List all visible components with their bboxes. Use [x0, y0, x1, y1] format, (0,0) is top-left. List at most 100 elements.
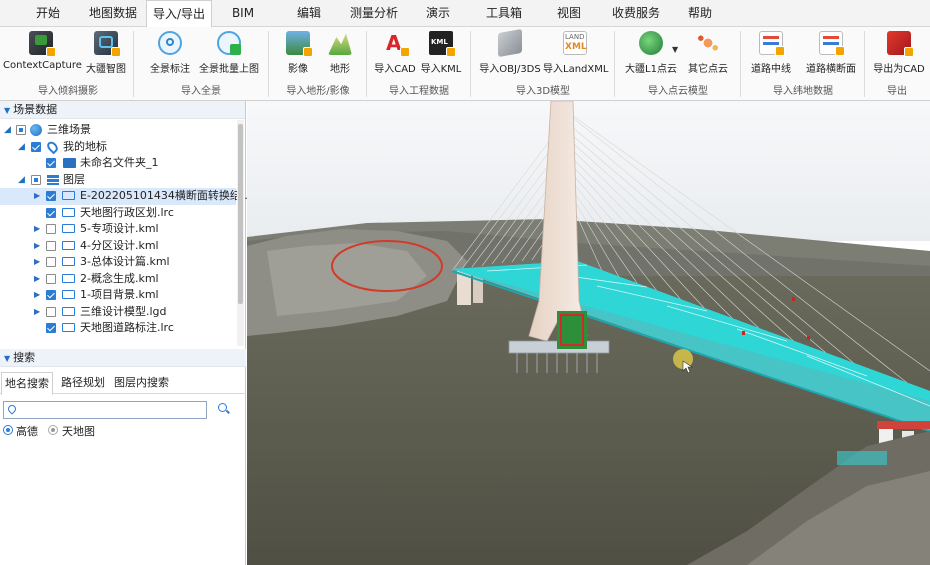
provider-radio-group: 高德 天地图	[2, 422, 242, 438]
expand-icon[interactable]: ▶	[34, 271, 40, 287]
contextcapture-button[interactable]: ContextCapture	[3, 29, 82, 79]
other-pointcloud-button[interactable]: 其它点云	[684, 29, 732, 79]
group-label-engineering: 导入工程数据	[389, 86, 449, 97]
expand-icon[interactable]: ◢	[18, 172, 25, 188]
tree-item-layer[interactable]: ▶ 1-项目背景.kml	[0, 287, 236, 304]
scene-data-panel: ▼ 场景数据 ◢ 三维场景 ◢ 我的地标 未命名文件夹_1 ◢ 图层 ▶ E-2…	[0, 101, 251, 565]
expand-icon[interactable]: ▶	[34, 287, 40, 303]
tree-item-layer[interactable]: ▶ 2-概念生成.kml	[0, 271, 236, 288]
search-input[interactable]	[3, 401, 207, 419]
import-obj-button[interactable]: 导入OBJ/3DS	[478, 28, 542, 79]
radio-gaode[interactable]	[3, 425, 13, 435]
group-label-weidi: 导入纬地数据	[773, 86, 833, 97]
search-header[interactable]: ▼ 搜索	[0, 349, 246, 367]
collapse-icon: ▼	[4, 106, 11, 115]
tree-checkbox[interactable]	[46, 158, 56, 168]
tree-checkbox[interactable]	[46, 257, 56, 267]
import-landxml-button[interactable]: LAND XML 导入LandXML	[543, 29, 608, 79]
tree-item-my-landmarks[interactable]: ◢ 我的地标	[0, 139, 236, 156]
import-kml-button[interactable]: KML 导入KML	[419, 29, 463, 79]
expand-icon[interactable]: ▶	[34, 254, 40, 270]
tree-checkbox[interactable]	[46, 290, 56, 300]
tree-item-layer[interactable]: ▶ E-20220510143​4横断面转换结...	[0, 188, 251, 205]
tree-item-layer[interactable]: ▶ 4-分区设计.kml	[0, 238, 236, 255]
tree-scrollbar[interactable]	[237, 120, 244, 346]
group-label-pointcloud: 导入点云模型	[648, 86, 708, 97]
search-tabs: 地名搜索 路径规划 图层内搜索	[0, 372, 246, 395]
menu-map-data[interactable]: 地图数据	[83, 0, 143, 27]
dji-l1-button[interactable]: 大疆L1点云	[625, 29, 677, 79]
tab-place-search[interactable]: 地名搜索	[1, 372, 53, 395]
tree-item-layer[interactable]: 天地图行政区划.lrc	[0, 205, 236, 222]
3d-viewport[interactable]	[247, 101, 930, 565]
menu-present[interactable]: 演示	[420, 0, 456, 27]
tree-checkbox[interactable]	[46, 191, 56, 201]
group-label-panorama: 导入全景	[181, 86, 221, 97]
group-separator	[268, 31, 269, 97]
panorama-label-icon	[158, 31, 182, 55]
tree-checkbox[interactable]	[46, 306, 56, 317]
buoy	[792, 297, 795, 301]
tree-item-layers[interactable]: ◢ 图层	[0, 172, 236, 189]
dji-terra-button[interactable]: 大疆智图	[83, 29, 129, 79]
monitor-icon	[62, 240, 75, 250]
menu-start[interactable]: 开始	[30, 0, 66, 27]
3d-scene-canvas[interactable]	[247, 101, 930, 565]
menu-paid-services[interactable]: 收费服务	[606, 0, 666, 27]
tree-checkbox[interactable]	[46, 224, 56, 234]
tree-item-layer[interactable]: ▶ 5-专项设计.kml	[0, 221, 236, 238]
tab-layer-search[interactable]: 图层内搜索	[111, 372, 172, 394]
group-separator	[614, 31, 615, 97]
menu-edit[interactable]: 编辑	[290, 0, 328, 27]
tree-item-layer[interactable]: 天地图道路标注.lrc	[0, 320, 236, 337]
expand-icon[interactable]: ▶	[34, 238, 40, 254]
tree-checkbox[interactable]	[46, 240, 56, 251]
monitor-icon	[62, 323, 75, 332]
expand-icon[interactable]: ▶	[34, 188, 40, 204]
road-centerline-icon	[759, 31, 785, 56]
menu-help[interactable]: 帮助	[682, 0, 718, 27]
tree-checkbox[interactable]	[31, 174, 41, 185]
terrain-button[interactable]: 地形	[325, 29, 355, 79]
tree-item-layer[interactable]: ▶ 三维设计模型.lgd	[0, 304, 236, 321]
search-icon-handle	[226, 409, 230, 414]
menu-import-export[interactable]: 导入/导出	[146, 0, 212, 28]
import-cad-button[interactable]: A 导入CAD	[374, 29, 416, 79]
panorama-label-button[interactable]: 全景标注	[145, 29, 195, 79]
imagery-button[interactable]: 影像	[283, 29, 313, 79]
tree-checkbox[interactable]	[46, 273, 56, 284]
dji-terra-icon	[94, 31, 121, 57]
layer-tree: ◢ 三维场景 ◢ 我的地标 未命名文件夹_1 ◢ 图层 ▶ E-20220510…	[0, 120, 251, 346]
tree-checkbox[interactable]	[46, 207, 56, 218]
menu-toolbox[interactable]: 工具箱	[479, 0, 529, 27]
group-label-terrain: 导入地形/影像	[286, 86, 350, 97]
dropdown-arrow-icon[interactable]: ▼	[672, 45, 678, 54]
location-pin-icon	[6, 403, 18, 415]
expand-icon[interactable]: ▶	[34, 221, 40, 237]
tree-checkbox[interactable]	[16, 125, 26, 135]
radio-tianditu[interactable]	[48, 425, 58, 435]
tree-checkbox[interactable]	[31, 141, 41, 152]
menu-bar: 开始 地图数据 导入/导出 BIM 编辑 测量分析 演示 工具箱 视图 收费服务…	[0, 0, 930, 28]
menu-measure[interactable]: 测量分析	[344, 0, 404, 27]
scrollbar-thumb[interactable]	[238, 124, 243, 304]
tab-route-planning[interactable]: 路径规划	[58, 372, 108, 394]
road-centerline-button[interactable]: 道路中线	[747, 29, 795, 79]
panorama-batch-button[interactable]: 全景批量上图	[198, 29, 260, 79]
tree-item-untitled-folder[interactable]: 未命名文件夹_1	[0, 155, 236, 172]
menu-bim[interactable]: BIM	[224, 0, 262, 27]
search-button[interactable]	[217, 402, 231, 416]
tree-item-3d-scene[interactable]: ◢ 三维场景	[0, 122, 236, 139]
menu-view[interactable]: 视图	[551, 0, 587, 27]
imagery-icon	[286, 31, 313, 57]
scene-data-header[interactable]: ▼ 场景数据	[0, 101, 245, 119]
pin-icon	[45, 139, 60, 154]
sky	[247, 101, 930, 241]
road-section-button[interactable]: 道路横断面	[804, 29, 858, 79]
export-cad-button[interactable]: 导出为CAD	[870, 29, 928, 79]
tree-checkbox[interactable]	[46, 323, 56, 333]
tree-item-layer[interactable]: ▶ 3-总体设计篇.kml	[0, 254, 236, 271]
expand-icon[interactable]: ▶	[34, 304, 40, 320]
expand-icon[interactable]: ◢	[4, 122, 11, 138]
expand-icon[interactable]: ◢	[18, 139, 25, 155]
